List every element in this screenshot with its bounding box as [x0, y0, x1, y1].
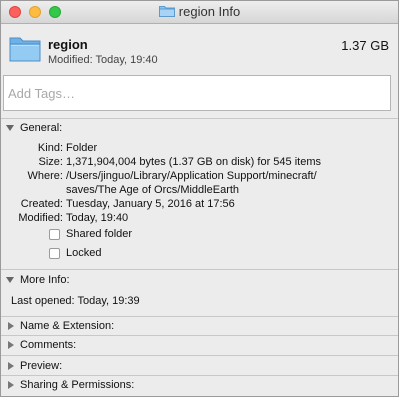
created-value: Tuesday, January 5, 2016 at 17:56 — [66, 198, 235, 210]
kind-value: Folder — [66, 142, 98, 154]
divider — [1, 335, 398, 336]
section-comments-header[interactable]: Comments: — [1, 337, 398, 355]
window-title: region Info — [1, 4, 398, 19]
item-name: region — [48, 37, 88, 52]
disclosure-closed-icon[interactable] — [8, 341, 14, 349]
window-title-text: region Info — [178, 4, 241, 19]
last-opened-text: Last opened: Today, 19:39 — [11, 295, 140, 307]
folder-icon — [9, 37, 41, 62]
where-value-line1: /Users/jinguo/Library/Application Suppor… — [66, 170, 317, 182]
divider — [1, 118, 398, 119]
item-size: 1.37 GB — [341, 38, 389, 53]
where-row: Where: /Users/jinguo/Library/Application… — [1, 170, 398, 184]
tags-input[interactable] — [3, 75, 391, 111]
size-row: Size: 1,371,904,004 bytes (1.37 GB on di… — [1, 156, 398, 170]
modified-value: Today, 19:40 — [66, 212, 129, 224]
where-label: Where: — [27, 170, 63, 182]
divider — [1, 269, 398, 270]
section-sharing-label: Sharing & Permissions: — [20, 379, 135, 391]
disclosure-open-icon[interactable] — [6, 125, 14, 131]
divider — [1, 375, 398, 376]
size-value: 1,371,904,004 bytes (1.37 GB on disk) fo… — [66, 156, 321, 168]
section-more-info-header[interactable]: More Info: — [1, 272, 398, 290]
info-window: region Info region Modified: Today, 19:4… — [0, 0, 399, 397]
divider — [1, 355, 398, 356]
section-comments-label: Comments: — [20, 339, 77, 351]
modified-label: Modified: — [18, 212, 63, 224]
locked-label[interactable]: Locked — [66, 247, 101, 259]
where-value-line2: saves/The Age of Orcs/MiddleEarth — [66, 184, 240, 196]
size-label: Size: — [38, 156, 63, 168]
section-general-label: General: — [20, 122, 63, 134]
kind-row: Kind: Folder — [1, 142, 398, 156]
kind-label: Kind: — [37, 142, 63, 154]
disclosure-closed-icon[interactable] — [8, 322, 14, 330]
section-name-extension-header[interactable]: Name & Extension: — [1, 318, 398, 336]
locked-checkbox[interactable] — [49, 248, 60, 259]
disclosure-closed-icon[interactable] — [8, 362, 14, 370]
created-row: Created: Tuesday, January 5, 2016 at 17:… — [1, 198, 398, 212]
section-preview-label: Preview: — [20, 360, 63, 372]
divider — [1, 316, 398, 317]
where-row-continued: saves/The Age of Orcs/MiddleEarth — [1, 184, 398, 198]
section-general-header[interactable]: General: — [1, 120, 398, 138]
section-name-extension-label: Name & Extension: — [20, 320, 115, 332]
disclosure-open-icon[interactable] — [6, 277, 14, 283]
section-sharing-header[interactable]: Sharing & Permissions: — [1, 377, 398, 395]
section-preview-header[interactable]: Preview: — [1, 358, 398, 376]
title-bar[interactable]: region Info — [1, 1, 398, 24]
shared-folder-label[interactable]: Shared folder — [66, 228, 132, 240]
disclosure-closed-icon[interactable] — [8, 381, 14, 389]
modified-row: Modified: Today, 19:40 — [1, 212, 398, 226]
info-header: region Modified: Today, 19:40 1.37 GB — [1, 24, 398, 72]
shared-folder-checkbox[interactable] — [49, 229, 60, 240]
folder-icon — [158, 6, 175, 17]
section-more-info-label: More Info: — [20, 274, 70, 286]
item-modified: Modified: Today, 19:40 — [48, 54, 158, 66]
created-label: Created: — [20, 198, 63, 210]
